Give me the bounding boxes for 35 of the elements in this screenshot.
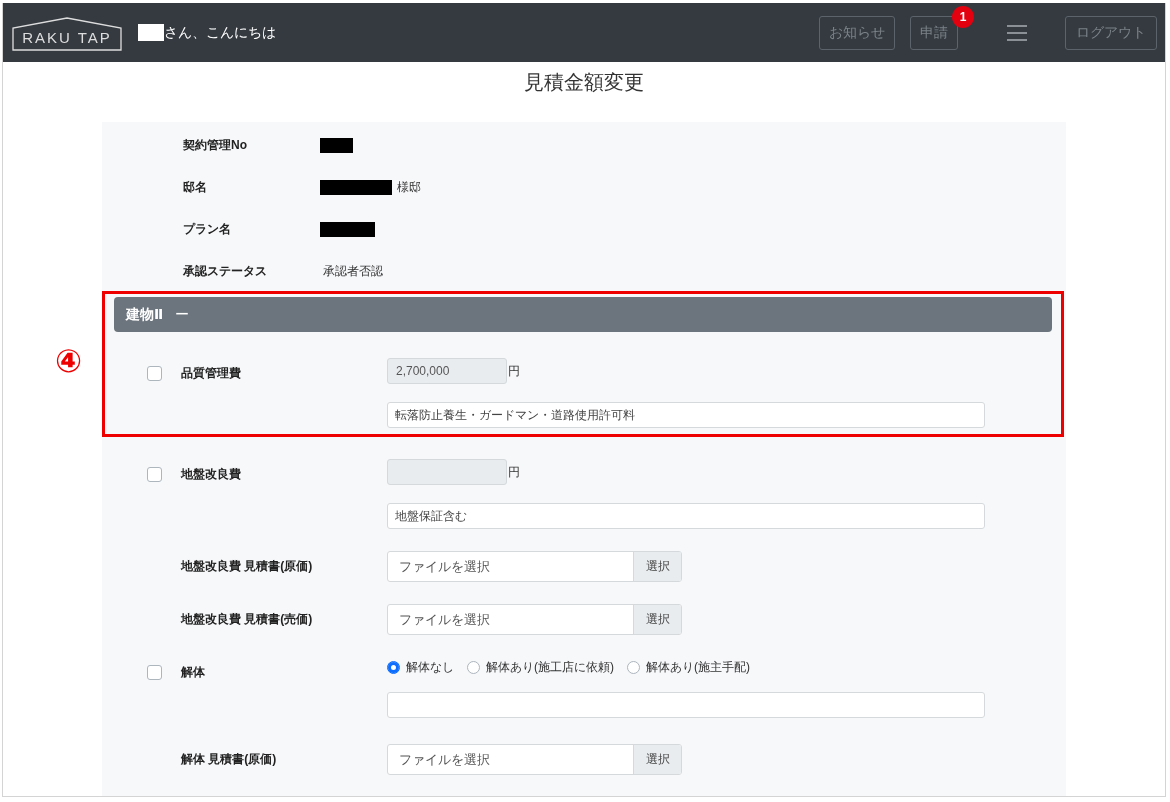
field-value: 様邸 [397, 178, 421, 196]
text-field[interactable]: 地盤保証含む [387, 503, 985, 529]
field-label: 品質管理費 [181, 365, 242, 382]
step-marker: ④ [55, 342, 83, 380]
collapse-toggle[interactable]: ー [175, 305, 190, 324]
radio-button[interactable] [467, 660, 480, 674]
checkbox[interactable] [147, 467, 162, 482]
page-title: 見積金額変更 [523, 70, 645, 95]
field-label: 地盤改良費 見積書(原価) [181, 558, 314, 575]
logo[interactable]: RAKU TAP [12, 16, 122, 51]
checkbox[interactable] [147, 665, 162, 680]
radio-label[interactable]: 解体なし [406, 658, 454, 676]
field-label: プラン名 [183, 220, 232, 238]
field-label: 承認ステータス [183, 262, 268, 280]
radio-button[interactable] [387, 660, 400, 674]
text-field[interactable]: 転落防止養生・ガードマン・道路使用許可料 [387, 402, 985, 428]
section-header[interactable]: 建物Ⅱ ー [114, 297, 1052, 332]
radio-label[interactable]: 解体あり(施工店に依頼) [486, 658, 614, 676]
checkbox[interactable] [147, 366, 162, 381]
radio-label[interactable]: 解体あり(施主手配) [646, 658, 750, 676]
unit-label: 円 [508, 362, 520, 380]
field-value: 承認者否認 [323, 262, 383, 280]
section-title: 建物Ⅱ [126, 305, 164, 324]
notification-badge: 1 [952, 5, 974, 28]
greeting-text: さん、こんにちは [164, 23, 276, 42]
field-label: 地盤改良費 見積書(売価) [181, 611, 314, 628]
field-label: 解体 見積書(原価) [181, 751, 278, 768]
unit-label: 円 [508, 463, 520, 481]
field-label: 契約管理No [183, 136, 248, 154]
field-label: 邸名 [183, 178, 208, 196]
radio-button[interactable] [627, 660, 640, 674]
text-field[interactable] [387, 692, 985, 718]
field-label: 地盤改良費 [181, 466, 242, 483]
field-label: 解体 [181, 664, 206, 681]
menu-icon[interactable] [1006, 23, 1028, 42]
